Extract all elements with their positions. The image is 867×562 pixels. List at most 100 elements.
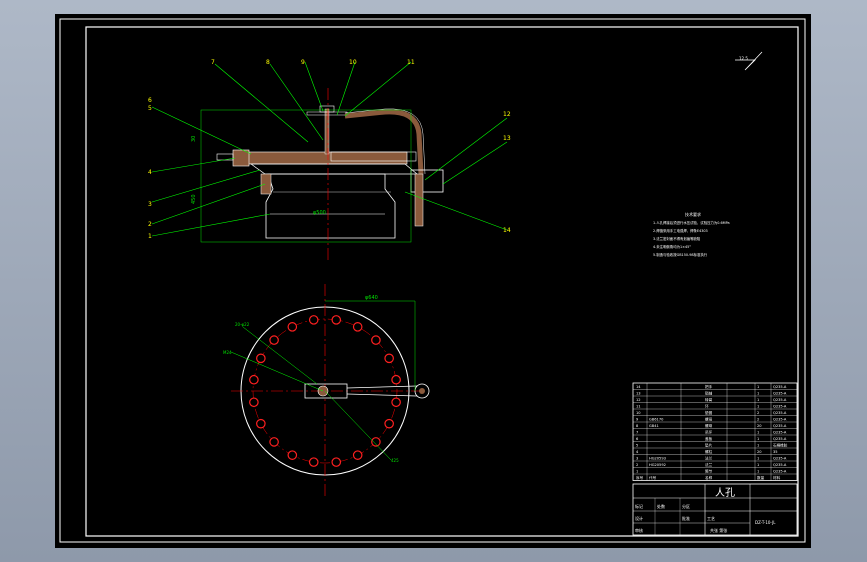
bom-cell-material: Q235-A bbox=[773, 398, 787, 402]
bolt-hole bbox=[331, 457, 342, 467]
eyebolt-stem bbox=[324, 108, 330, 155]
hinge-plan-inner bbox=[419, 388, 425, 394]
bom-cell-code: GB6170 bbox=[649, 418, 664, 422]
bom-cell-qty: 1 bbox=[757, 470, 759, 474]
bom-cell-name: 法兰 bbox=[705, 456, 713, 461]
bom-cell-name: 法兰 bbox=[705, 462, 713, 467]
sheet-info: 共张 第张 bbox=[710, 527, 727, 533]
callout-3: 3 bbox=[148, 201, 152, 208]
shell-body bbox=[265, 173, 396, 239]
bom-cell-name: 把手 bbox=[705, 384, 713, 389]
bom-cell-no: 9 bbox=[636, 418, 639, 422]
bom-cell-name: 筒节 bbox=[705, 469, 713, 474]
leader-pin bbox=[230, 351, 324, 392]
collar bbox=[260, 173, 272, 195]
bom-cell-no: 3 bbox=[636, 457, 638, 461]
drawing-title: 人孔 bbox=[715, 487, 735, 499]
technical-requirements: 技术要求 1.人孔焊接后须进行水压试验，试验压力为0.6MPa 2.焊缝采用手工电… bbox=[653, 211, 730, 257]
bolt-hole bbox=[371, 437, 381, 447]
bom-cell-name: 吊环 bbox=[705, 430, 713, 435]
leader-hinge bbox=[324, 390, 392, 461]
bom-cell-qty: 1 bbox=[757, 431, 759, 435]
dim-flange-height: 30 bbox=[191, 136, 197, 142]
bom-cell-no: 12 bbox=[636, 398, 641, 402]
callout-8: 8 bbox=[266, 59, 270, 66]
drawing-sheet[interactable]: 12.5 φ500 450 30 6 5 4 3 2 1 7 8 9 10 11… bbox=[55, 14, 811, 548]
section-view: φ500 450 30 bbox=[191, 88, 444, 262]
bolt-hole bbox=[269, 437, 279, 447]
bom-cell-qty: 1 bbox=[757, 463, 759, 467]
bom-cell-material: Q235-A bbox=[773, 418, 787, 422]
dim-bolt-circle: φ640 bbox=[365, 295, 378, 301]
callout-6: 6 bbox=[148, 97, 152, 104]
bolt-hole bbox=[287, 450, 298, 460]
dim-bolt-holes: 20-φ22 bbox=[235, 322, 250, 327]
cad-viewport[interactable]: 12.5 φ500 450 30 6 5 4 3 2 1 7 8 9 10 11… bbox=[0, 0, 867, 562]
bom-header-qty: 数量 bbox=[757, 475, 765, 480]
flange-left bbox=[232, 149, 250, 167]
bom-cell-name: 垫片 bbox=[705, 443, 713, 448]
bom-cell-name: 销轴 bbox=[705, 391, 713, 396]
bom-cell-no: 11 bbox=[636, 405, 641, 409]
bom-cell-qty: 1 bbox=[757, 385, 759, 389]
callout-12: 12 bbox=[503, 111, 511, 118]
bom-cell-name: 环 bbox=[705, 405, 709, 409]
callout-5: 5 bbox=[148, 105, 152, 112]
callout-11: 11 bbox=[407, 59, 415, 66]
dim-inner-diameter: φ500 bbox=[313, 210, 326, 216]
bom-cell-code: HG20592 bbox=[649, 463, 666, 467]
callout-7: 7 bbox=[211, 59, 215, 66]
bolt-hole bbox=[371, 335, 381, 345]
bolt-hole bbox=[331, 315, 342, 325]
callout-10: 10 bbox=[349, 59, 357, 66]
bom-cell-qty: 2 bbox=[757, 418, 759, 422]
bill-of-materials: 14 把手 1 Q235-A13 销轴 1 Q235-A12 转臂 1 Q235-A11 环 1 Q23… bbox=[632, 382, 798, 481]
roughness-value: 12.5 bbox=[739, 56, 748, 61]
bom-cell-material: 石棉橡胶 bbox=[773, 443, 788, 448]
bolt-hole bbox=[391, 374, 401, 385]
callout-13: 13 bbox=[503, 135, 511, 142]
swing-arm-pipe bbox=[344, 109, 424, 175]
bom-header-code: 代号 bbox=[649, 475, 657, 480]
swing-arm-plan-1 bbox=[346, 385, 418, 389]
tech-req-line: 1.人孔焊接后须进行水压试验，试验压力为0.6MPa bbox=[653, 220, 730, 225]
bom-cell-qty: 1 bbox=[757, 437, 759, 441]
bolt-hole bbox=[384, 418, 394, 429]
tech-req-line: 4.未注明倒角均为1×45° bbox=[653, 244, 691, 249]
bom-cell-no: 2 bbox=[636, 463, 638, 467]
bom-cell-material: Q235-A bbox=[773, 392, 787, 396]
bom-cell-qty: 1 bbox=[757, 392, 759, 396]
bom-cell-qty: 1 bbox=[757, 405, 759, 409]
bom-cell-material: Q235-A bbox=[773, 405, 787, 409]
bom-cell-material: Q235-A bbox=[773, 411, 787, 415]
callout-numbers: 6 5 4 3 2 1 7 8 9 10 11 12 13 14 bbox=[148, 59, 511, 240]
plan-view: φ640 20-φ22 M24 425 bbox=[223, 284, 430, 496]
bom-cell-material: Q235-A bbox=[773, 463, 787, 467]
tech-req-title: 技术要求 bbox=[685, 211, 701, 217]
tb-label-count: 处数 bbox=[657, 503, 665, 509]
bolt-hole bbox=[308, 315, 319, 325]
bom-cell-no: 4 bbox=[636, 450, 639, 454]
outer-frame bbox=[59, 18, 806, 543]
bom-cell-code: HG20593 bbox=[649, 457, 666, 461]
bom-cell-name: 转臂 bbox=[705, 397, 713, 402]
bom-cell-no: 14 bbox=[636, 385, 641, 389]
title-block: 人孔 DZ-T-10-JL 共张 第张 标记 处数 分区 设计 审核 工艺 批准 bbox=[632, 483, 798, 536]
bolt-left bbox=[216, 153, 234, 161]
tb-label-zone: 分区 bbox=[682, 503, 690, 509]
callout-4: 4 bbox=[148, 169, 152, 176]
bom-cell-material: Q235-A bbox=[773, 437, 787, 441]
bom-cell-qty: 1 bbox=[757, 457, 759, 461]
callout-9: 9 bbox=[301, 59, 305, 66]
tb-label-design: 设计 bbox=[635, 515, 643, 521]
bom-cell-no: 10 bbox=[636, 411, 641, 415]
bom-cell-name: 螺母 bbox=[705, 423, 713, 428]
hinge-pin bbox=[414, 173, 424, 227]
bom-cell-no: 5 bbox=[636, 444, 638, 448]
bom-header-material: 材料 bbox=[773, 475, 781, 480]
bom-cell-name: 螺母 bbox=[705, 417, 713, 422]
tb-label-review: 审核 bbox=[635, 527, 643, 533]
bom-cell-name: 垫圈 bbox=[705, 410, 713, 415]
dim-box-outline bbox=[200, 109, 412, 243]
bolt-hole bbox=[256, 418, 266, 429]
